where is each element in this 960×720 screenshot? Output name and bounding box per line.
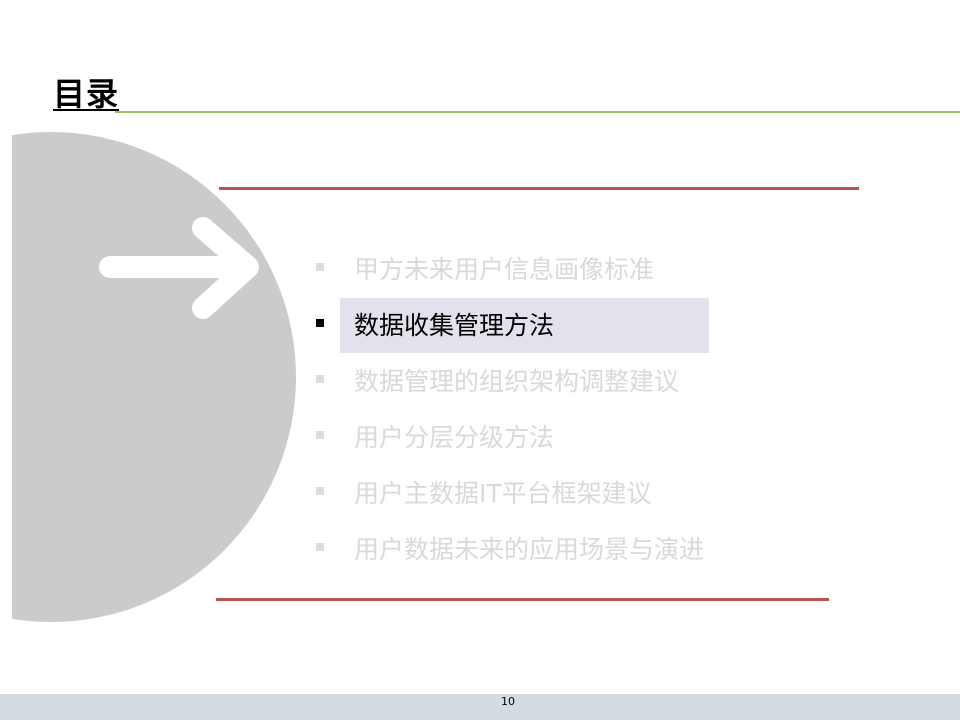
toc-item-label: 用户主数据IT平台框架建议 <box>354 479 652 508</box>
page-title: 目录 <box>53 75 120 113</box>
toc-item-label: 用户分层分级方法 <box>354 423 555 452</box>
toc-item-1[interactable]: 甲方未来用户信息画像标准 <box>310 242 790 298</box>
title-divider <box>115 111 960 113</box>
toc-item-label: 数据收集管理方法 <box>354 311 555 340</box>
toc-item-3[interactable]: 数据管理的组织架构调整建议 <box>310 354 790 410</box>
toc-top-divider <box>219 187 859 190</box>
slide: 目录 甲方未来用户信息画像标准 数据收集管理方法 数据管理的组织架构调整建议 用… <box>0 0 960 720</box>
arrow-right-icon <box>99 217 259 319</box>
toc-bottom-divider <box>216 598 829 601</box>
disc-left-edge <box>0 0 12 720</box>
table-of-contents: 甲方未来用户信息画像标准 数据收集管理方法 数据管理的组织架构调整建议 用户分层… <box>310 242 790 578</box>
toc-item-label: 用户数据未来的应用场景与演进 <box>354 535 705 564</box>
toc-item-label: 甲方未来用户信息画像标准 <box>354 255 655 284</box>
toc-item-5[interactable]: 用户主数据IT平台框架建议 <box>310 466 790 522</box>
bullet-square-icon <box>316 487 324 495</box>
footer-bar: 10 <box>0 694 960 720</box>
decorative-disc <box>0 132 296 622</box>
bullet-square-icon <box>316 431 324 439</box>
page-number: 10 <box>501 695 515 708</box>
bullet-square-icon <box>316 375 324 383</box>
toc-item-2-active[interactable]: 数据收集管理方法 <box>310 298 790 354</box>
bullet-square-icon <box>316 543 324 551</box>
bullet-square-icon <box>316 319 324 327</box>
toc-item-6[interactable]: 用户数据未来的应用场景与演进 <box>310 522 790 578</box>
bullet-square-icon <box>316 263 324 271</box>
toc-item-label: 数据管理的组织架构调整建议 <box>354 367 680 396</box>
toc-item-4[interactable]: 用户分层分级方法 <box>310 410 790 466</box>
